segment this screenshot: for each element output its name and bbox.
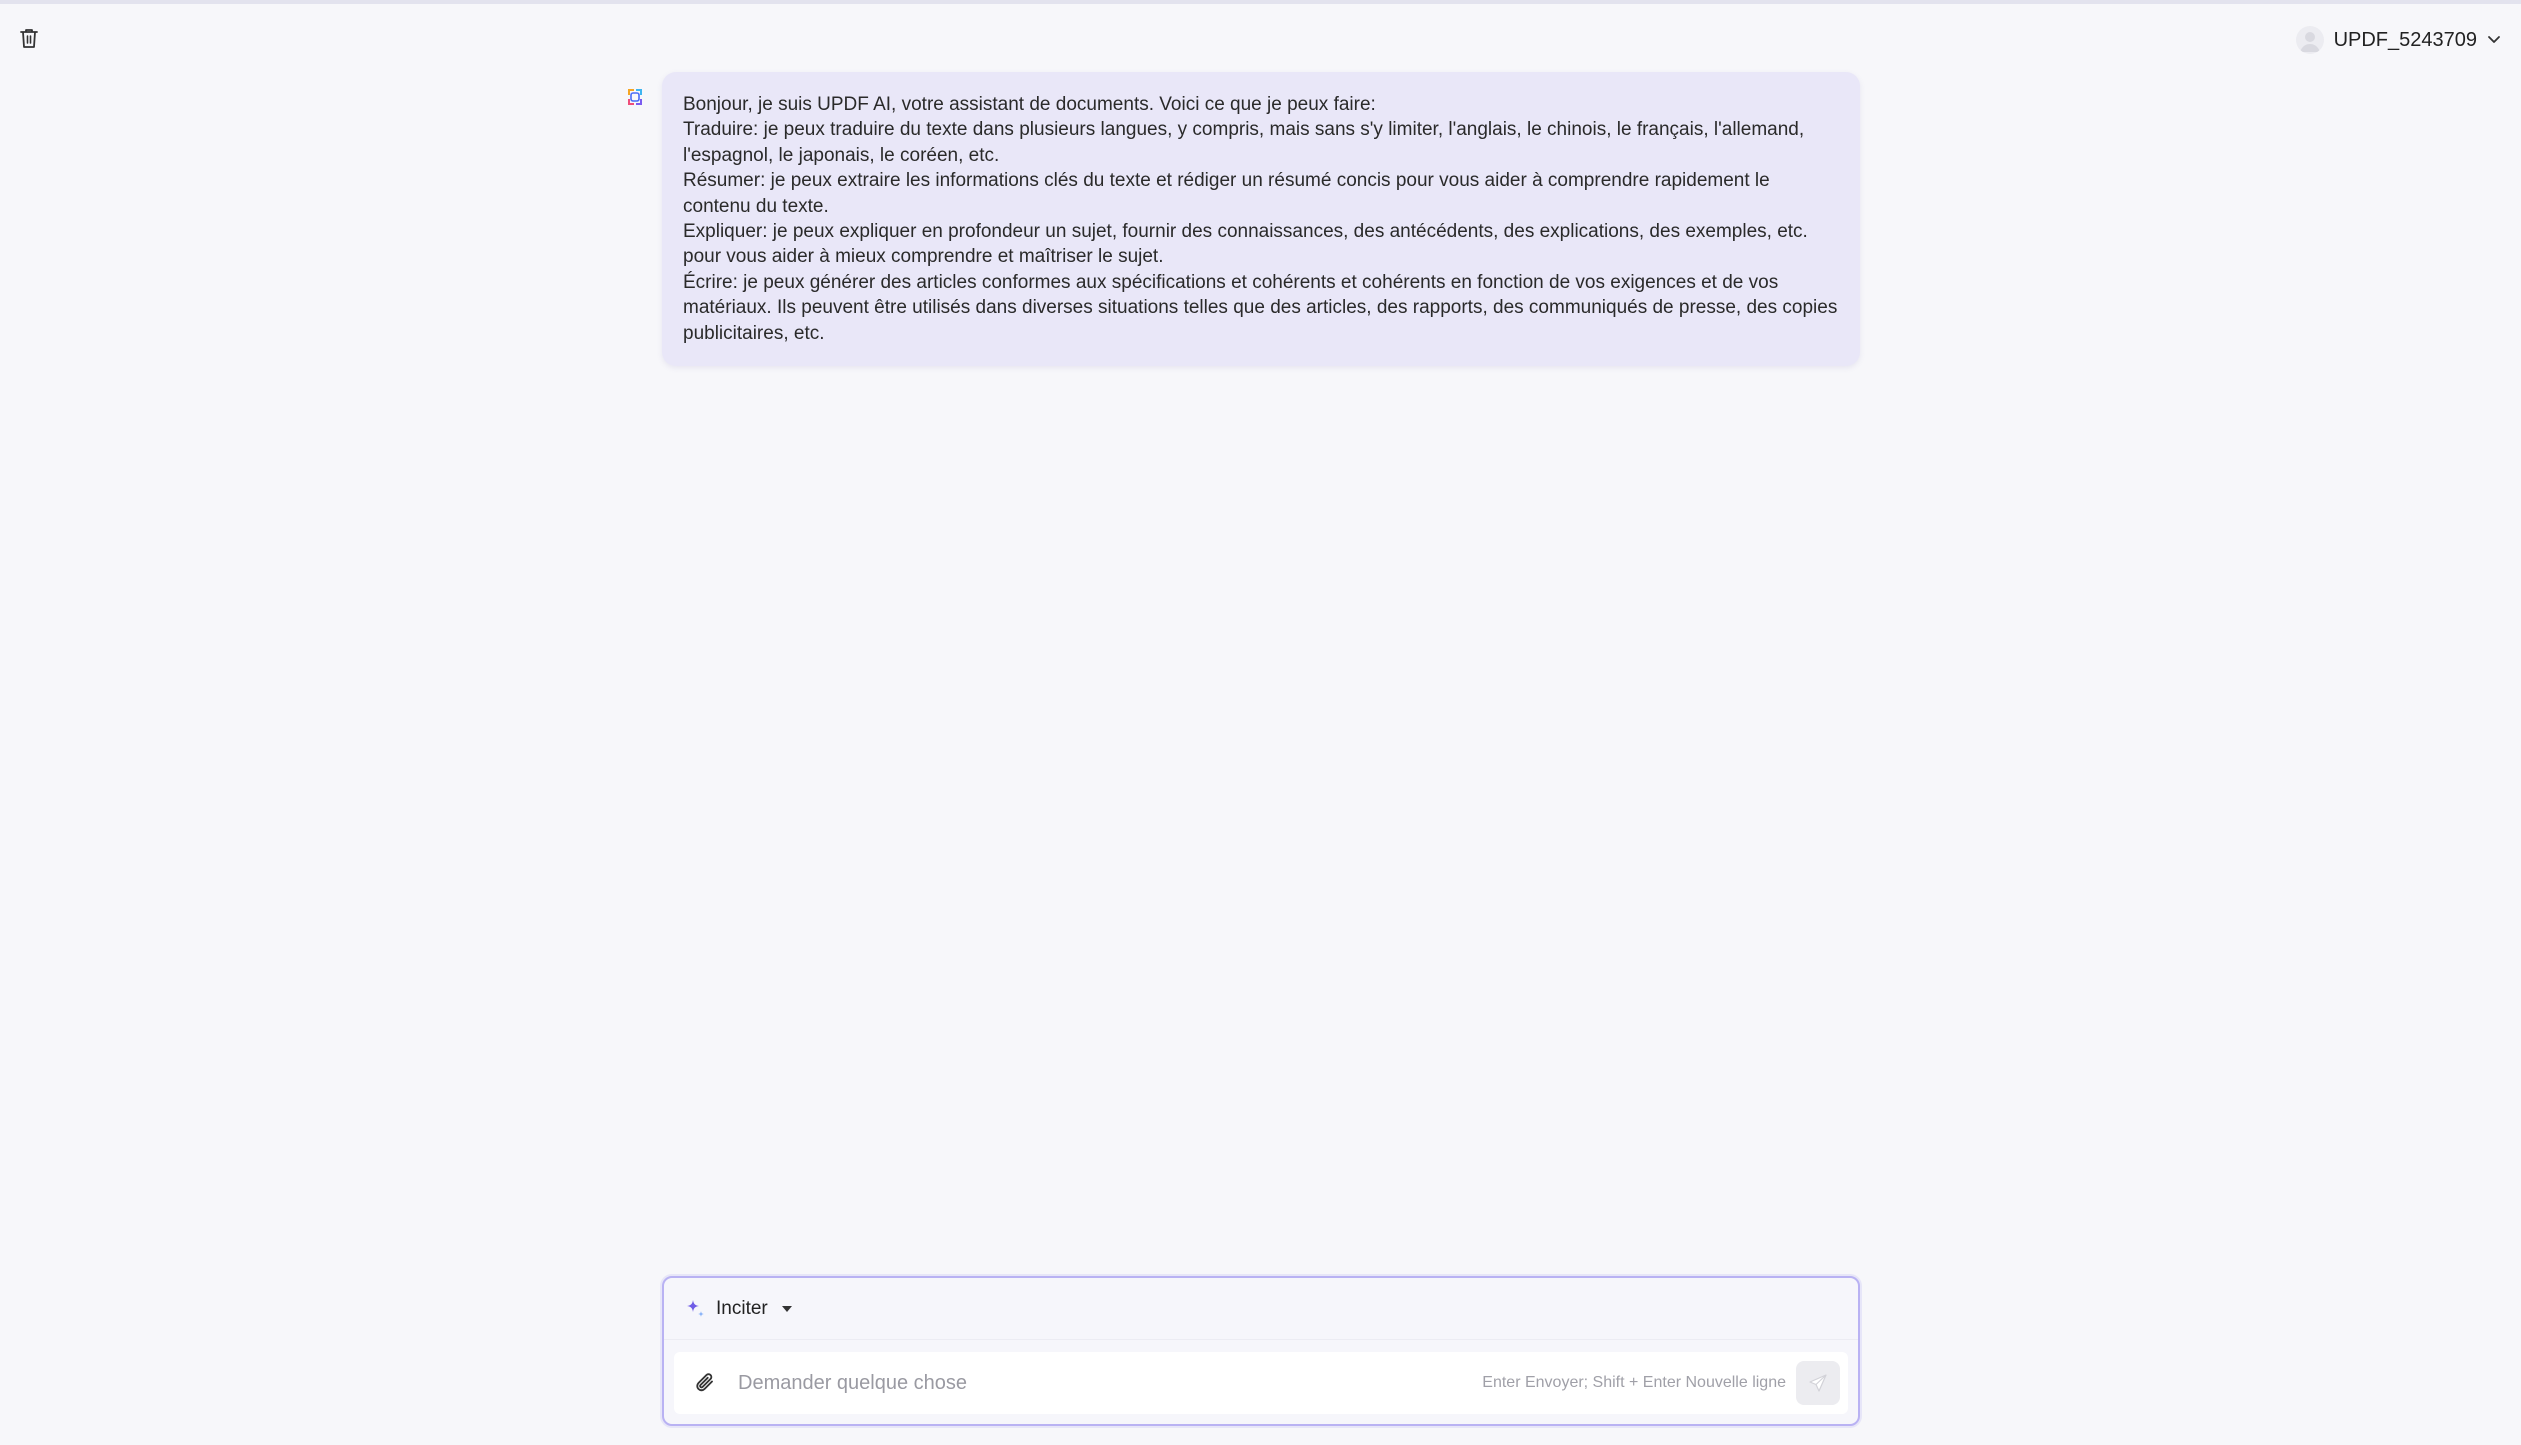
attach-file-button[interactable] bbox=[680, 1357, 732, 1409]
user-name: UPDF_5243709 bbox=[2333, 28, 2477, 51]
input-row: Enter Envoyer; Shift + Enter Nouvelle li… bbox=[674, 1352, 1848, 1414]
caret-down-icon bbox=[781, 1305, 792, 1312]
sparkle-icon bbox=[687, 1299, 704, 1317]
message-line: Écrire: je peux générer des articles con… bbox=[683, 271, 1838, 344]
message-line: Traduire: je peux traduire du texte dans… bbox=[683, 119, 1805, 166]
user-avatar-icon bbox=[2295, 26, 2324, 54]
prompt-label: Inciter bbox=[716, 1297, 768, 1319]
message-line: Expliquer: je peux expliquer en profonde… bbox=[683, 221, 1808, 268]
user-account-menu[interactable]: UPDF_5243709 bbox=[2295, 24, 2501, 56]
message-line: Résumer: je peux extraire les informatio… bbox=[683, 170, 1770, 217]
message-line: Bonjour, je suis UPDF AI, votre assistan… bbox=[683, 94, 1376, 115]
trash-icon bbox=[20, 29, 38, 48]
paperclip-icon bbox=[696, 1373, 713, 1392]
chat-composer: Inciter Enter Envoyer; Shift + Enter Nou… bbox=[662, 1276, 1860, 1426]
chevron-down-icon bbox=[2488, 36, 2500, 43]
ask-input[interactable] bbox=[732, 1371, 1483, 1395]
clear-chat-button[interactable] bbox=[16, 24, 42, 52]
updf-ai-chat-window: UPDF_5243709 Bonjour, je suis UPDF AI, v… bbox=[0, 0, 2521, 1445]
keyboard-hint: Enter Envoyer; Shift + Enter Nouvelle li… bbox=[1482, 1374, 1786, 1391]
send-button[interactable] bbox=[1796, 1361, 1840, 1405]
prompt-selector[interactable]: Inciter bbox=[664, 1278, 1858, 1340]
assistant-message: Bonjour, je suis UPDF AI, votre assistan… bbox=[662, 72, 1860, 367]
updf-ai-logo-icon bbox=[628, 89, 642, 105]
send-icon bbox=[1809, 1374, 1827, 1392]
